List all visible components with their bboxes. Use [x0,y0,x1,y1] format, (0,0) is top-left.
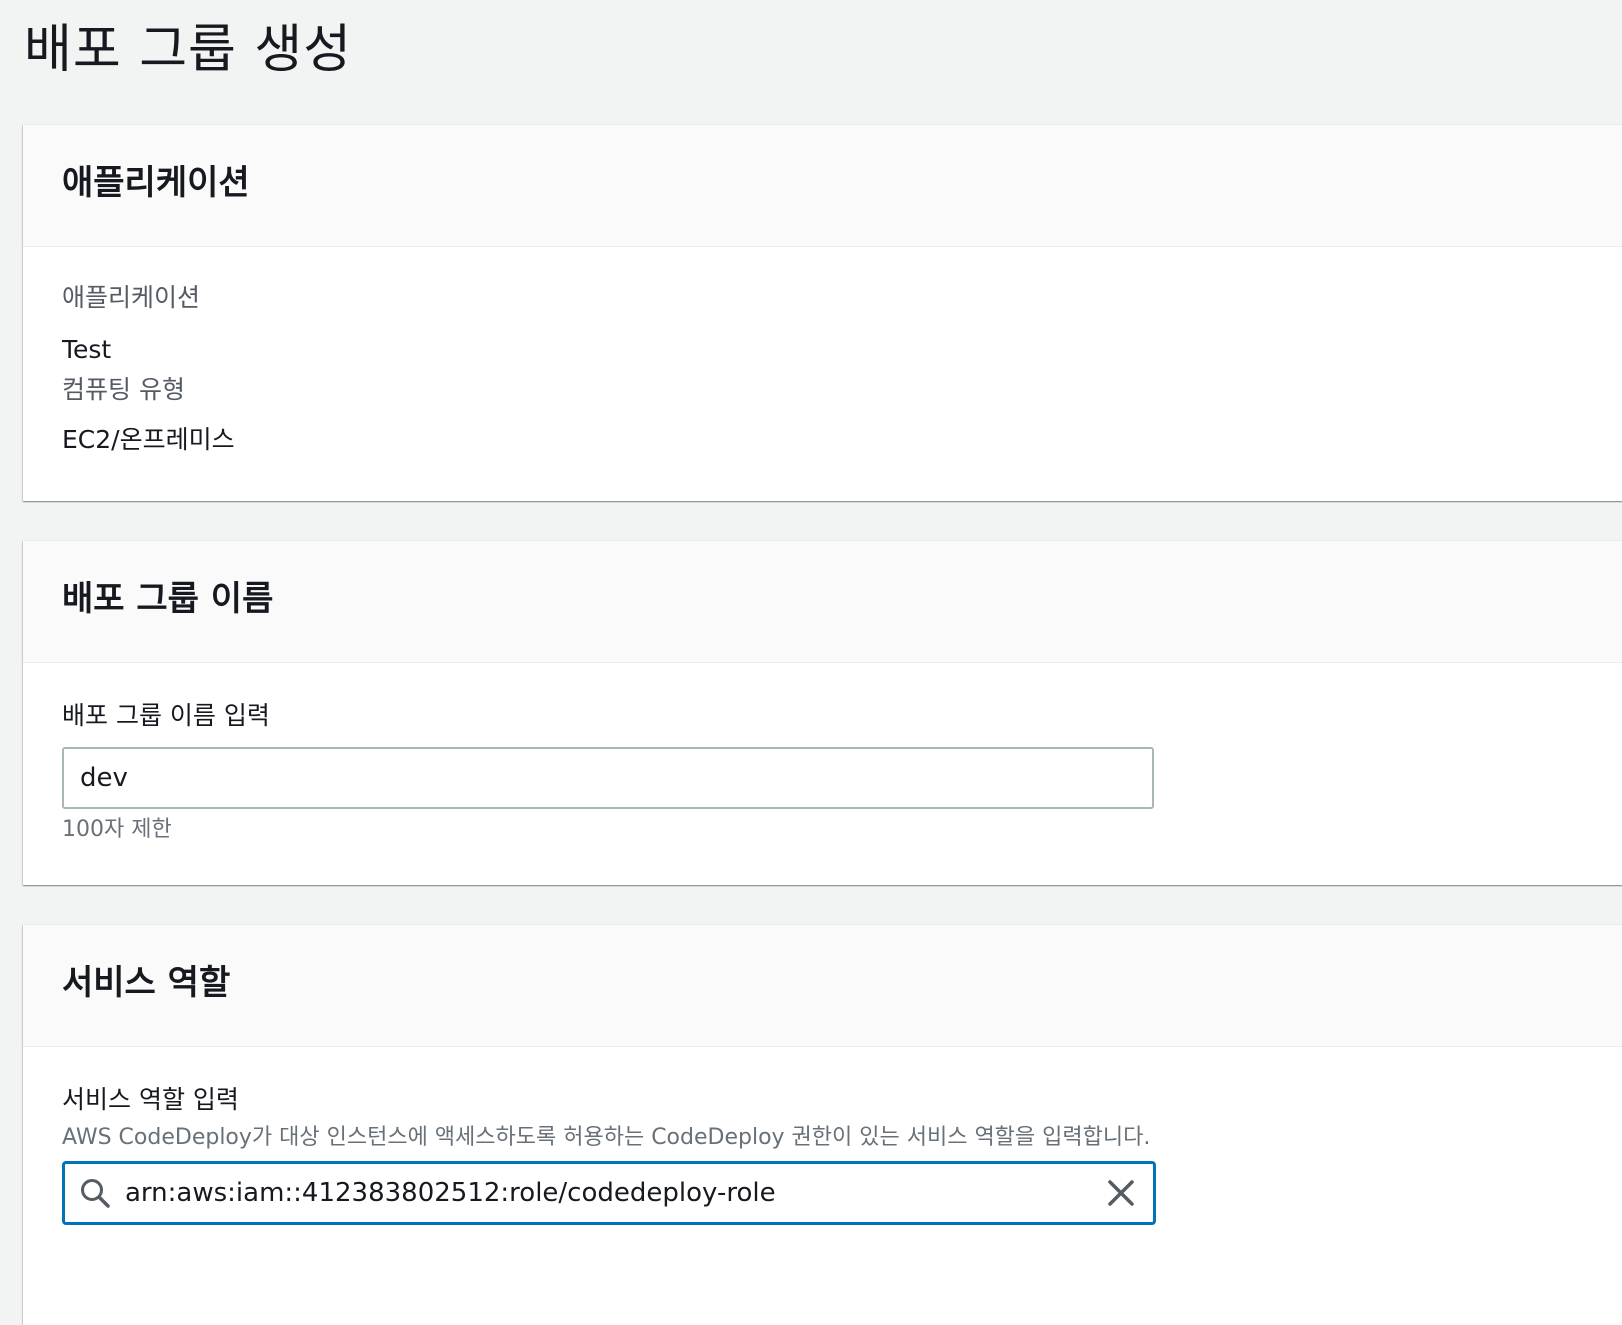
deployment-group-name-label: 배포 그룹 이름 입력 [62,701,270,730]
service-role-input[interactable] [125,1164,1085,1222]
service-role-description: AWS CodeDeploy가 대상 인스턴스에 액세스하도록 허용하는 Cod… [62,1125,1151,1150]
compute-type-value: EC2/온프레미스 [62,425,235,454]
compute-type-label: 컴퓨팅 유형 [62,375,185,404]
service-role-card: 서비스 역할 서비스 역할 입력 AWS CodeDeploy가 대상 인스턴스… [23,924,1622,1325]
service-role-card-title: 서비스 역할 [62,963,231,1003]
application-card: 애플리케이션 애플리케이션 Test 컴퓨팅 유형 EC2/온프레미스 [23,124,1622,501]
deployment-group-name-input[interactable] [62,747,1154,809]
application-card-title: 애플리케이션 [62,163,250,203]
deployment-group-name-card-header: 배포 그룹 이름 [23,541,1622,663]
deployment-group-name-constraint: 100자 제한 [62,817,172,842]
deployment-group-name-card-title: 배포 그룹 이름 [62,579,274,619]
page-title: 배포 그룹 생성 [24,20,353,80]
service-role-card-header: 서비스 역할 [23,925,1622,1047]
search-icon [81,1179,110,1208]
application-card-header: 애플리케이션 [23,125,1622,247]
deployment-group-name-card: 배포 그룹 이름 배포 그룹 이름 입력 100자 제한 [23,540,1622,885]
close-icon[interactable] [1105,1177,1137,1209]
application-label: 애플리케이션 [62,283,201,312]
application-value: Test [62,335,112,364]
service-role-search-field[interactable] [62,1161,1156,1225]
service-role-label: 서비스 역할 입력 [62,1085,239,1114]
